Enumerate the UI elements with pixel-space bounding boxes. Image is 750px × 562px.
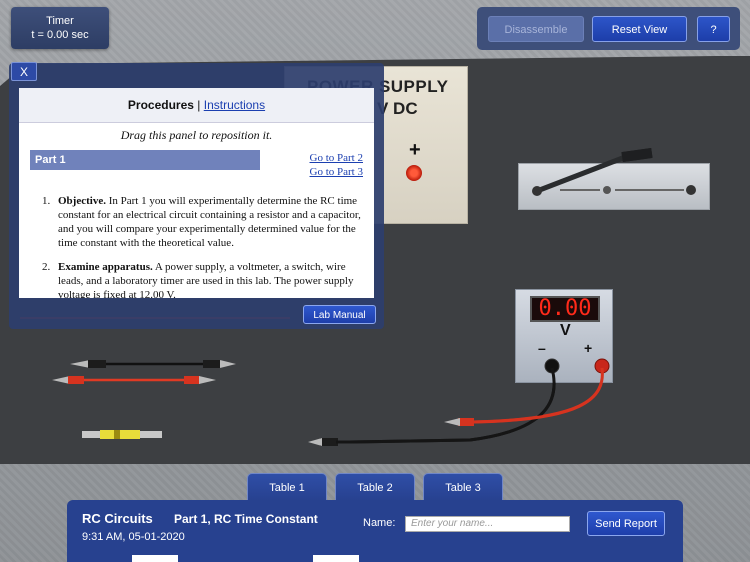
send-report-button[interactable]: Send Report (587, 511, 665, 536)
go-to-part-2-link[interactable]: Go to Part 2 (310, 152, 363, 164)
instructions-link[interactable]: Instructions (204, 98, 265, 112)
go-to-part-3-link[interactable]: Go to Part 3 (310, 166, 363, 178)
procedure-item: 2. Examine apparatus. A power supply, a … (42, 260, 364, 298)
top-toolbar: Disassemble Reset View ? (477, 7, 740, 50)
report-datetime: 9:31 AM, 05-01-2020 (82, 531, 185, 543)
procedure-list: 1. Objective. In Part 1 you will experim… (42, 194, 364, 298)
tab-table-2[interactable]: Table 2 (335, 473, 415, 501)
help-button[interactable]: ? (697, 16, 730, 42)
header-separator: | (197, 98, 201, 112)
report-field-1[interactable] (132, 555, 178, 562)
voltmeter-black-lead[interactable] (336, 367, 556, 444)
reset-view-button[interactable]: Reset View (592, 16, 687, 42)
report-field-2[interactable] (313, 555, 359, 562)
procedure-item-title: Examine apparatus. (58, 261, 153, 273)
report-panel: RC Circuits Part 1, RC Time Constant 9:3… (67, 500, 683, 562)
name-label: Name: (363, 517, 396, 529)
tab-table-3[interactable]: Table 3 (423, 473, 503, 501)
procedures-document[interactable]: Procedures | Instructions Drag this pane… (19, 88, 374, 298)
drag-hint: Drag this panel to reposition it. (120, 128, 273, 142)
name-input[interactable]: Enter your name... (405, 516, 570, 532)
procedures-title: Procedures (127, 98, 194, 112)
report-part: Part 1, RC Time Constant (174, 512, 318, 526)
timer-value: t = 0.00 sec (31, 29, 89, 41)
voltmeter-red-lead[interactable] (473, 367, 604, 424)
timer-panel: Timer t = 0.00 sec (11, 7, 109, 49)
part-heading: Part 1 (30, 150, 260, 170)
tab-table-1[interactable]: Table 1 (247, 473, 327, 501)
close-button[interactable]: X (11, 62, 37, 81)
procedure-item-title: Objective. (58, 195, 106, 207)
lab-manual-button[interactable]: Lab Manual (303, 305, 376, 324)
report-title: RC Circuits (82, 511, 153, 526)
procedure-item-number: 1. (42, 195, 51, 207)
procedure-item-number: 2. (42, 261, 51, 273)
procedure-item: 1. Objective. In Part 1 you will experim… (42, 194, 364, 250)
procedures-header: Procedures | Instructions (19, 88, 374, 123)
disassemble-button[interactable]: Disassemble (488, 16, 584, 42)
timer-label: Timer (46, 15, 74, 27)
